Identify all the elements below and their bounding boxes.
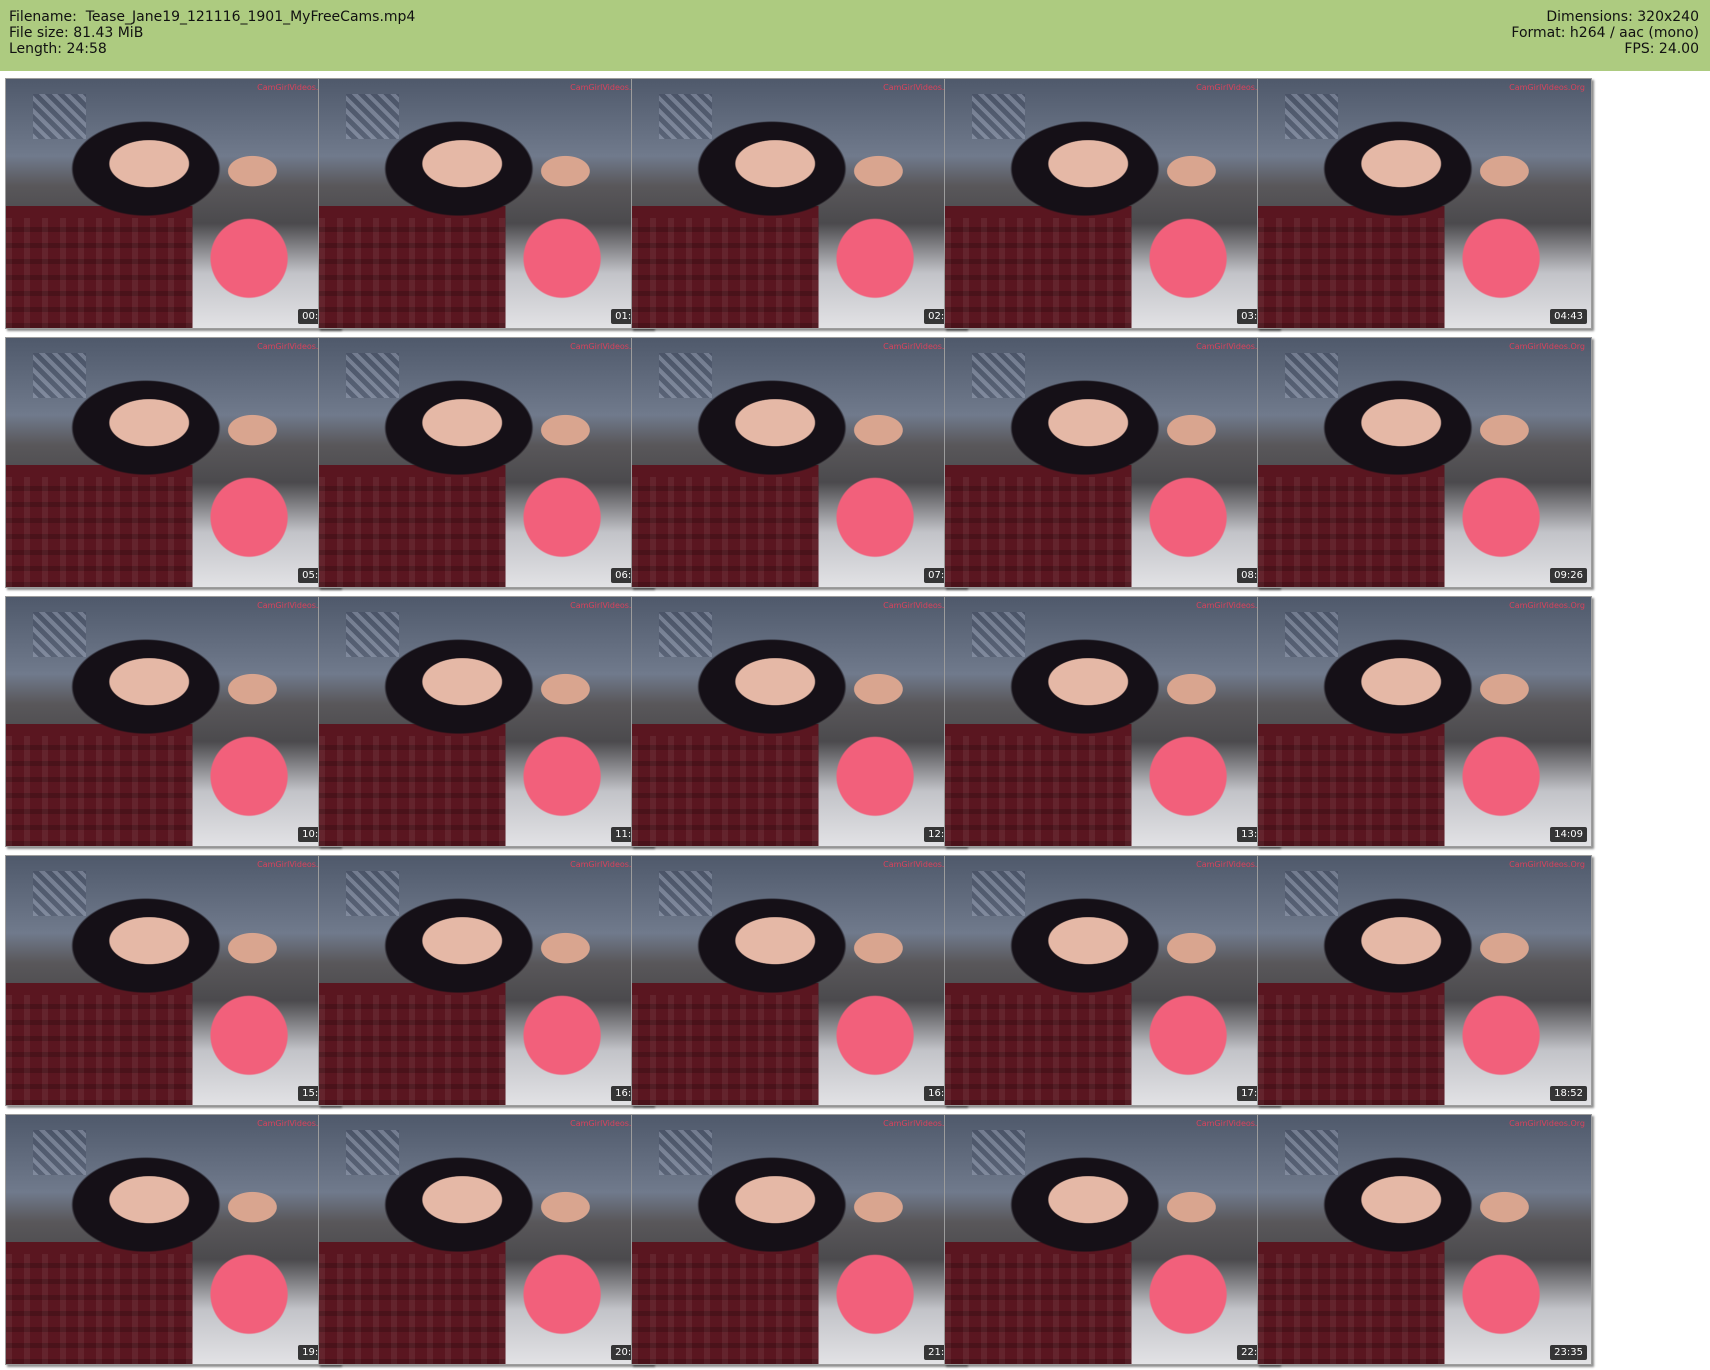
timestamp-badge: 14:09 <box>1550 827 1587 842</box>
video-info-header: Filename: Tease_Jane19_121116_1901_MyFre… <box>0 0 1710 71</box>
video-thumbnail: CamGirlVideos.Org 04:43 <box>1257 78 1592 329</box>
timestamp-badge: 09:26 <box>1550 568 1587 583</box>
video-thumbnail: CamGirlVideos.Org 06:36 <box>318 337 653 588</box>
video-stream-info: Dimensions: 320x240 Format: h264 / aac (… <box>1511 9 1699 57</box>
video-thumbnail: CamGirlVideos.Org 03:46 <box>944 78 1279 329</box>
video-thumbnail: CamGirlVideos.Org 16:02 <box>318 855 653 1106</box>
filename-text: Filename: Tease_Jane19_121116_1901_MyFre… <box>9 9 416 25</box>
video-thumbnail: CamGirlVideos.Org 18:52 <box>1257 855 1592 1106</box>
video-thumbnail: CamGirlVideos.Org 00:56 <box>5 78 340 329</box>
video-thumbnail: CamGirlVideos.Org 11:19 <box>318 596 653 847</box>
video-thumbnail: CamGirlVideos.Org 23:35 <box>1257 1114 1592 1365</box>
fps-text: FPS: 24.00 <box>1624 41 1699 57</box>
length-text: Length: 24:58 <box>9 41 107 57</box>
video-thumbnail: CamGirlVideos.Org 09:26 <box>1257 337 1592 588</box>
timestamp-badge: 04:43 <box>1550 309 1587 324</box>
video-thumbnail: CamGirlVideos.Org 13:12 <box>944 596 1279 847</box>
video-thumbnail: CamGirlVideos.Org 20:45 <box>318 1114 653 1365</box>
video-thumbnail: CamGirlVideos.Org 19:49 <box>5 1114 340 1365</box>
timestamp-badge: 18:52 <box>1550 1086 1587 1101</box>
watermark-text: CamGirlVideos.Org <box>1509 83 1585 92</box>
watermark-text: CamGirlVideos.Org <box>1509 601 1585 610</box>
video-thumbnail: CamGirlVideos.Org 21:42 <box>631 1114 966 1365</box>
video-thumbnail: CamGirlVideos.Org 07:33 <box>631 337 966 588</box>
video-thumbnail: CamGirlVideos.Org 05:39 <box>5 337 340 588</box>
video-thumbnail: CamGirlVideos.Org 10:22 <box>5 596 340 847</box>
file-size-text: File size: 81.43 MiB <box>9 25 144 41</box>
video-thumbnail: CamGirlVideos.Org 14:09 <box>1257 596 1592 847</box>
format-text: Format: h264 / aac (mono) <box>1511 25 1699 41</box>
video-thumbnail: CamGirlVideos.Org 15:06 <box>5 855 340 1106</box>
watermark-text: CamGirlVideos.Org <box>1509 1119 1585 1128</box>
video-thumbnail: CamGirlVideos.Org 22:39 <box>944 1114 1279 1365</box>
watermark-text: CamGirlVideos.Org <box>1509 342 1585 351</box>
video-thumbnail: CamGirlVideos.Org 01:53 <box>318 78 653 329</box>
video-thumbnail: CamGirlVideos.Org 12:16 <box>631 596 966 847</box>
timestamp-badge: 23:35 <box>1550 1345 1587 1360</box>
video-thumbnail: CamGirlVideos.Org 08:29 <box>944 337 1279 588</box>
dimensions-text: Dimensions: 320x240 <box>1546 9 1699 25</box>
video-thumbnail: CamGirlVideos.Org 02:49 <box>631 78 966 329</box>
video-thumbnail: CamGirlVideos.Org 16:59 <box>631 855 966 1106</box>
video-file-info: Filename: Tease_Jane19_121116_1901_MyFre… <box>9 9 415 57</box>
video-thumbnail: CamGirlVideos.Org 17:56 <box>944 855 1279 1106</box>
watermark-text: CamGirlVideos.Org <box>1509 860 1585 869</box>
